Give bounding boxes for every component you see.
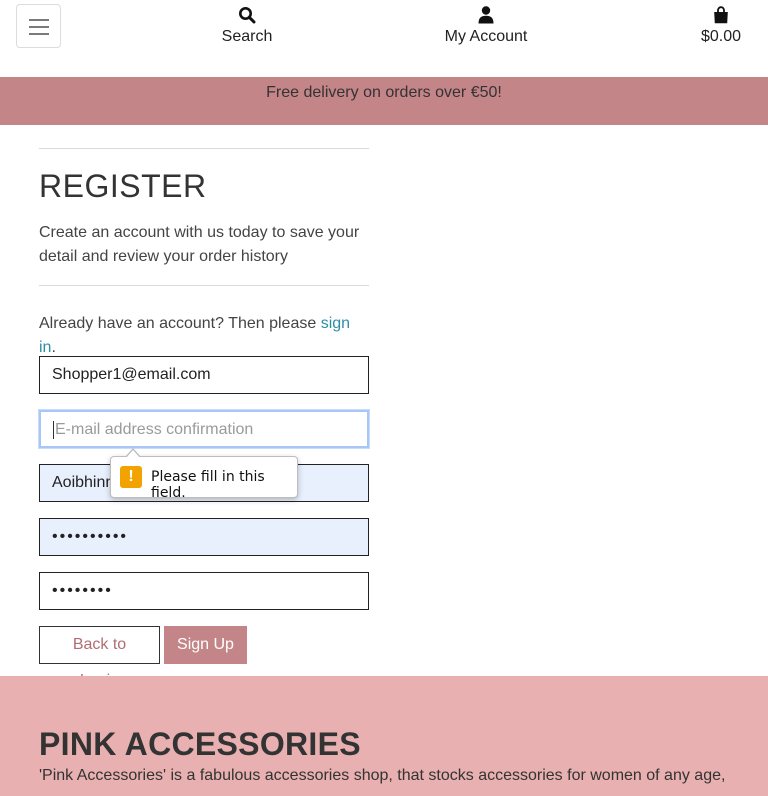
register-description: Create an account with us today to save … xyxy=(39,224,360,265)
signin-prompt: Already have an account? Then please sig… xyxy=(39,315,351,356)
nav-account-label: My Account xyxy=(444,28,528,45)
search-icon xyxy=(239,7,256,24)
email-field[interactable]: Shopper1@email.com xyxy=(39,356,369,394)
nav-account-link[interactable]: My Account xyxy=(430,6,542,46)
delivery-banner-text: Free delivery on orders over €50! xyxy=(266,84,502,101)
footer-description: 'Pink Accessories' is a fabulous accesso… xyxy=(39,767,726,784)
page-title: REGISTER xyxy=(39,168,207,204)
validation-tooltip: ! Please fill in this field. xyxy=(110,448,298,501)
password-confirm-field[interactable]: •••••••• xyxy=(39,572,369,610)
shopping-bag-icon xyxy=(714,6,728,24)
register-section: REGISTER Create an account with us today… xyxy=(39,148,369,689)
footer-title: PINK ACCESSORIES xyxy=(39,726,361,762)
email-confirm-field[interactable]: E-mail address confirmation xyxy=(39,410,369,448)
signup-button[interactable]: Sign Up xyxy=(164,626,247,664)
validation-tooltip-text: Please fill in this field. xyxy=(151,469,265,501)
password-field[interactable]: •••••••••• xyxy=(39,518,369,556)
nav-bag-link[interactable]: $0.00 xyxy=(692,6,750,46)
nav-search-link[interactable]: Search xyxy=(214,6,280,46)
back-to-login-button[interactable]: Back to Login xyxy=(39,626,160,689)
bag-total: $0.00 xyxy=(700,28,742,45)
hamburger-icon xyxy=(29,19,49,21)
site-footer: PINK ACCESSORIES 'Pink Accessories' is a… xyxy=(0,676,768,796)
warning-icon: ! xyxy=(120,466,142,488)
divider xyxy=(39,148,369,149)
email-confirm-placeholder: E-mail address confirmation xyxy=(55,421,254,438)
delivery-banner: Free delivery on orders over €50! xyxy=(0,77,768,125)
user-icon xyxy=(478,6,494,24)
text-caret xyxy=(53,421,54,439)
menu-toggle-button[interactable] xyxy=(16,4,61,48)
nav-search-label: Search xyxy=(221,28,273,45)
divider xyxy=(39,285,369,286)
site-header: Search My Account $0.00 xyxy=(0,0,768,77)
